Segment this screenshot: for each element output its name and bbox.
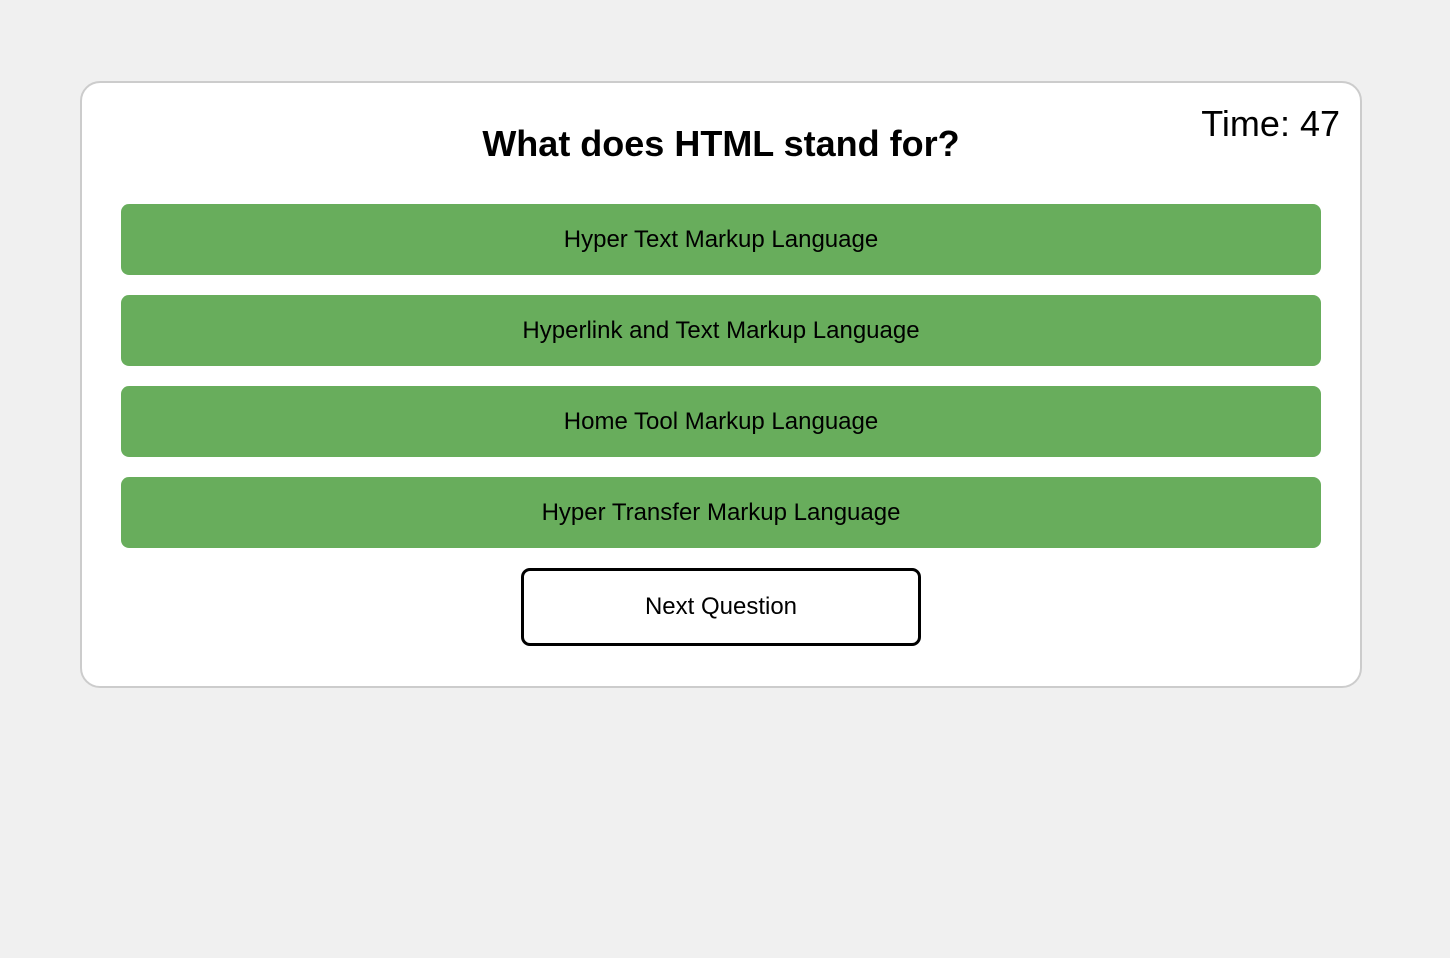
answer-option-3[interactable]: Home Tool Markup Language [121, 386, 1321, 457]
quiz-card: Time: 47 What does HTML stand for? Hyper… [80, 81, 1362, 688]
answer-option-4[interactable]: Hyper Transfer Markup Language [121, 477, 1321, 548]
answer-option-1[interactable]: Hyper Text Markup Language [121, 204, 1321, 275]
next-question-button[interactable]: Next Question [521, 568, 921, 646]
question-title: What does HTML stand for? [482, 123, 960, 164]
answer-option-2[interactable]: Hyperlink and Text Markup Language [121, 295, 1321, 366]
answer-options: Hyper Text Markup Language Hyperlink and… [121, 204, 1321, 568]
